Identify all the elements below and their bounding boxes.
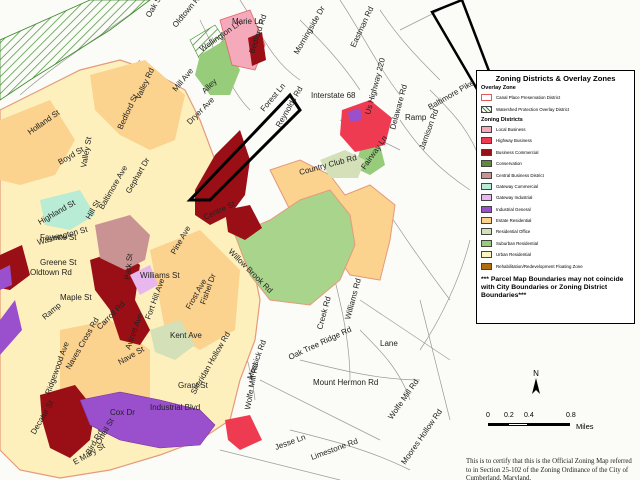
road-label: Mount Hermon Rd	[313, 378, 378, 387]
legend-swatch	[481, 251, 492, 259]
legend-district-list: Local Business Highway Business Business C…	[481, 124, 630, 272]
road-label: Creek Rd	[315, 296, 332, 331]
legend-swatch	[481, 228, 492, 236]
legend-item-label: Suburban Residential	[496, 240, 538, 246]
certification-text: This is to certify that this is the Offi…	[466, 458, 632, 480]
legend-swatch	[481, 182, 492, 190]
road-label: Moores Hollow Rd	[399, 407, 444, 466]
legend-item: Local Business	[481, 124, 630, 135]
legend-item-label: Highway Business	[496, 138, 532, 144]
legend-swatch	[481, 205, 492, 213]
legend-item: Estate Residential	[481, 215, 630, 226]
legend-item-label: Industrial General	[496, 206, 531, 212]
legend-item: Suburban Residential	[481, 238, 630, 249]
legend-swatch	[481, 160, 492, 168]
road-label: Delaware Rd	[388, 84, 409, 131]
road-label: Industrial Blvd	[150, 403, 200, 412]
road-label: Kent Ave	[170, 331, 202, 340]
scale-segment	[508, 423, 528, 426]
road-label: Oldtown Rd	[171, 0, 205, 29]
legend-item: Highway Business	[481, 135, 630, 146]
scale-tick-label: 0.2	[504, 412, 514, 419]
legend-item-label: Canal Place Preservation District	[496, 95, 561, 101]
road-label: Jesse Ln	[274, 432, 307, 451]
legend-item: Rehabilitation/Redevelopment Floating Zo…	[481, 260, 630, 271]
road-label: Ramp	[405, 113, 427, 122]
legend-item: Gateway Commercial	[481, 181, 630, 192]
scale-segment	[488, 423, 508, 426]
legend-item-label: Conservation	[496, 161, 522, 167]
north-label: N	[533, 369, 539, 378]
business-commercial-zone	[225, 415, 262, 450]
legend-item: Canal Place Preservation District	[481, 92, 630, 103]
legend-item-label: Local Business	[496, 126, 526, 132]
scale-units: Miles	[576, 422, 594, 431]
scale-segment	[528, 423, 570, 426]
legend-note: *** Parcel Map Boundaries may not coinci…	[481, 275, 624, 299]
road-label: Cox Dr	[110, 408, 135, 417]
legend-item: Gateway Industrial	[481, 192, 630, 203]
scale-tick-label: 0	[486, 412, 490, 419]
road-label: Wolfe Mill Rd	[243, 363, 260, 411]
road-label: Eastman Rd	[349, 5, 376, 49]
legend-item: Watershed Protection Overlay District	[481, 103, 630, 114]
legend-item-label: Estate Residential	[496, 218, 532, 224]
legend-item: Business Commercial	[481, 147, 630, 158]
scale-bar: 0 0.2 0.4 0.8 Miles	[486, 412, 610, 436]
road-label: Morningside Dr	[292, 4, 327, 56]
legend-overlay-list: Canal Place Preservation District Watersh…	[481, 92, 630, 115]
legend-item-label: Residential Office	[496, 229, 531, 235]
legend-swatch	[481, 194, 492, 202]
road-label: Oldtown Rd	[30, 268, 72, 277]
legend-item: Central Business District	[481, 169, 630, 180]
legend-swatch	[481, 217, 492, 225]
legend-swatch	[481, 171, 492, 179]
legend-item-label: Gateway Industrial	[496, 195, 533, 201]
road-label: Baltimore Pike	[427, 78, 477, 112]
legend-districts-heading: Zoning Districts	[481, 116, 523, 123]
legend-item-label: Watershed Protection Overlay District	[496, 106, 570, 112]
legend-item-label: Rehabilitation/Redevelopment Floating Zo…	[496, 263, 583, 269]
legend-swatch	[481, 105, 492, 113]
legend-item-label: Gateway Commercial	[496, 183, 538, 189]
legend-item: Conservation	[481, 158, 630, 169]
legend-swatch	[481, 94, 492, 102]
road-label: Limestone Rd	[310, 437, 359, 462]
scale-tick-label: 0.4	[524, 412, 534, 419]
north-arrow-icon: N	[532, 369, 540, 394]
legend-swatch	[481, 262, 492, 270]
legend-swatch	[481, 148, 492, 156]
legend-swatch	[481, 125, 492, 133]
legend-item: Urban Residential	[481, 249, 630, 260]
road-label: Williams Rd	[343, 277, 363, 320]
legend-swatch	[481, 239, 492, 247]
legend-item: Residential Office	[481, 226, 630, 237]
road-label: Interstate 68	[311, 91, 356, 100]
legend-overlay-heading: Overlay Zone	[481, 85, 516, 91]
legend-title: Zoning Districts & Overlay Zones	[495, 74, 616, 83]
map-legend: Zoning Districts & Overlay Zones Overlay…	[476, 70, 635, 324]
legend-item-label: Central Business District	[496, 172, 544, 178]
legend-item-label: Business Commercial	[496, 149, 539, 155]
legend-item: Industrial General	[481, 204, 630, 215]
road-label: Oak St	[144, 0, 164, 19]
map-stage: Oak St Oldtown Rd Marie Ln Bedford Rd Mornin…	[0, 0, 640, 480]
road-label: Lane	[380, 339, 398, 348]
road-label: Greene St	[40, 258, 77, 267]
road-label: Maple St	[60, 293, 92, 302]
scale-tick-label: 0.8	[566, 412, 576, 419]
legend-item-label: Urban Residential	[496, 252, 531, 258]
legend-swatch	[481, 137, 492, 145]
